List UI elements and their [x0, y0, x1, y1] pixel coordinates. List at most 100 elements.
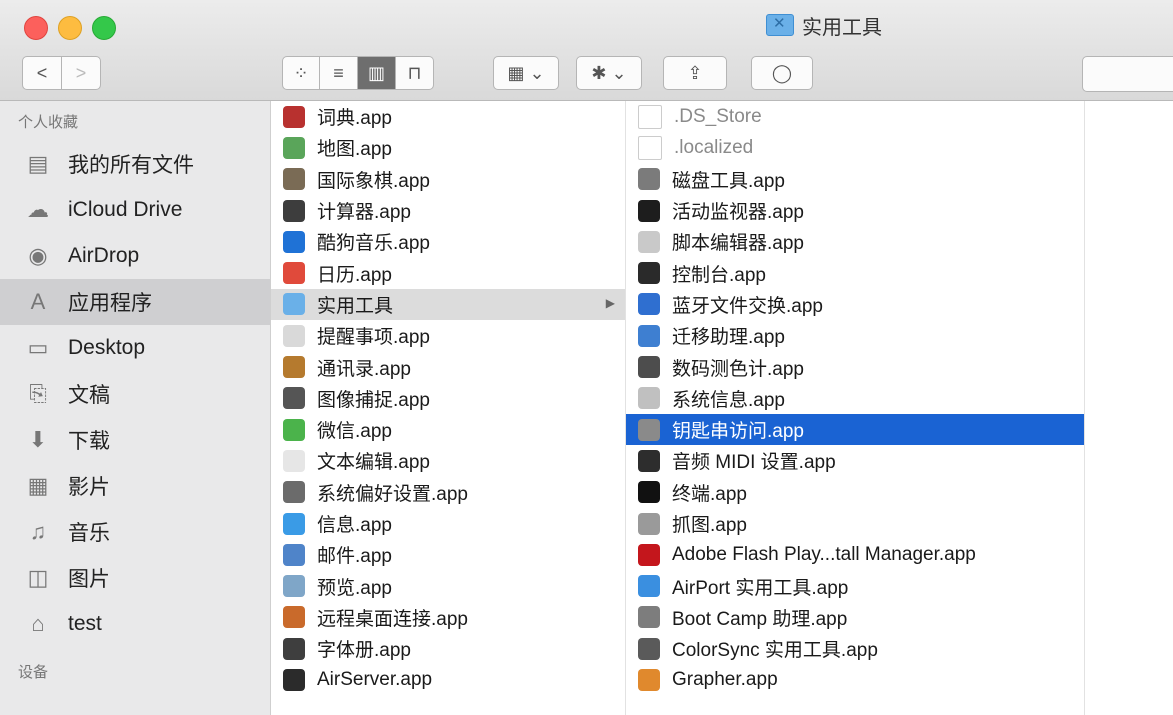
- minimize-button[interactable]: [58, 16, 82, 40]
- file-row[interactable]: 字体册.app: [271, 633, 625, 664]
- sidebar-item-icon: ⌂: [31, 611, 45, 636]
- sidebar-item[interactable]: ⎘ 文稿: [0, 371, 270, 417]
- sidebar-item[interactable]: ▤ 我的所有文件: [0, 141, 270, 187]
- sidebar-item[interactable]: ☁ iCloud Drive: [0, 187, 270, 233]
- file-row[interactable]: 控制台.app: [626, 257, 1084, 288]
- file-name: 国际象棋.app: [317, 170, 430, 192]
- sidebar-item[interactable]: ◫ 图片: [0, 555, 270, 601]
- search-field[interactable]: [1082, 56, 1173, 92]
- file-row[interactable]: 计算器.app: [271, 195, 625, 226]
- sidebar-item[interactable]: ▭ Desktop: [0, 325, 270, 371]
- view-switcher: ⁘ ≡ ▥ ⊓: [282, 56, 434, 90]
- sidebar-item-icon: ⎘: [29, 381, 47, 406]
- share-button[interactable]: ⇪: [663, 56, 727, 90]
- file-row[interactable]: .localized: [626, 132, 1084, 163]
- file-row[interactable]: 钥匙串访问.app: [626, 413, 1084, 446]
- zoom-button[interactable]: [92, 16, 116, 40]
- file-row[interactable]: 酷狗音乐.app: [271, 226, 625, 257]
- grid-view-button[interactable]: ⁘: [282, 56, 320, 90]
- window-title: 实用工具: [766, 10, 882, 40]
- file-row[interactable]: 音频 MIDI 设置.app: [626, 445, 1084, 476]
- sidebar: 个人收藏 ▤ 我的所有文件 ☁ iCloud Drive ◉ AirDrop A 应用程序 ▭ D…: [0, 101, 271, 715]
- file-row[interactable]: 迁移助理.app: [626, 320, 1084, 351]
- file-row[interactable]: 微信.app: [271, 414, 625, 445]
- sidebar-item[interactable]: ◉ AirDrop: [0, 233, 270, 279]
- sidebar-item-label: Desktop: [68, 336, 146, 359]
- file-row[interactable]: 脚本编辑器.app: [626, 226, 1084, 257]
- sidebar-item-label: iCloud Drive: [68, 198, 183, 221]
- file-row[interactable]: 实用工具 ▶: [271, 288, 625, 321]
- file-row[interactable]: Adobe Flash Play...tall Manager.app: [626, 539, 1084, 570]
- file-row[interactable]: 地图.app: [271, 132, 625, 163]
- file-name: 通讯录.app: [317, 358, 411, 380]
- file-row[interactable]: AirPort 实用工具.app: [626, 570, 1084, 601]
- forward-button[interactable]: >: [61, 56, 101, 90]
- file-row[interactable]: 信息.app: [271, 508, 625, 539]
- column-applications: 词典.app 地图.app 国际象棋.app 计算器.app 酷狗音乐.app 日历.ap…: [271, 101, 626, 715]
- app-icon: [283, 606, 305, 629]
- sidebar-item-label: test: [68, 612, 102, 635]
- document-icon: [638, 104, 662, 129]
- back-chevron-icon: <: [36, 62, 48, 83]
- file-row[interactable]: 远程桌面连接.app: [271, 602, 625, 633]
- app-icon: [638, 449, 660, 472]
- close-button[interactable]: [24, 16, 48, 40]
- sidebar-item[interactable]: ▦ 影片: [0, 463, 270, 509]
- file-row[interactable]: AirServer.app: [271, 664, 625, 695]
- app-icon: [638, 575, 660, 598]
- file-row[interactable]: 磁盘工具.app: [626, 164, 1084, 195]
- sidebar-item[interactable]: A 应用程序: [0, 279, 270, 325]
- sidebar-item[interactable]: ⌂ test: [0, 601, 270, 647]
- file-row[interactable]: 系统偏好设置.app: [271, 477, 625, 508]
- file-row[interactable]: 终端.app: [626, 477, 1084, 508]
- sidebar-item-label: 应用程序: [68, 292, 152, 315]
- sidebar-item[interactable]: ♫ 音乐: [0, 509, 270, 555]
- file-name: 远程桌面连接.app: [317, 608, 468, 630]
- sidebar-item-label: 图片: [68, 568, 110, 591]
- file-row[interactable]: 图像捕捉.app: [271, 383, 625, 414]
- app-icon: [283, 199, 305, 222]
- file-row[interactable]: 词典.app: [271, 101, 625, 132]
- file-name: 脚本编辑器.app: [672, 233, 804, 255]
- file-name: .localized: [674, 136, 754, 158]
- file-row[interactable]: 通讯录.app: [271, 351, 625, 382]
- tag-button[interactable]: ◯: [751, 56, 813, 90]
- file-row[interactable]: 系统信息.app: [626, 383, 1084, 414]
- file-name: 字体册.app: [317, 640, 411, 662]
- file-row[interactable]: 预览.app: [271, 570, 625, 601]
- file-name: 迁移助理.app: [672, 327, 785, 349]
- app-icon: [283, 293, 305, 316]
- file-row[interactable]: 提醒事项.app: [271, 320, 625, 351]
- file-row[interactable]: 文本编辑.app: [271, 445, 625, 476]
- file-row[interactable]: Grapher.app: [626, 664, 1084, 695]
- app-icon: [283, 324, 305, 347]
- back-button[interactable]: <: [22, 56, 62, 90]
- file-row[interactable]: .DS_Store: [626, 101, 1084, 132]
- file-name: 提醒事项.app: [317, 327, 430, 349]
- sidebar-item-icon: ▦: [27, 473, 49, 498]
- file-name: Adobe Flash Play...tall Manager.app: [672, 543, 976, 565]
- action-button[interactable]: ✱ ⌄: [576, 56, 642, 90]
- file-row[interactable]: 抓图.app: [626, 508, 1084, 539]
- file-row[interactable]: 邮件.app: [271, 539, 625, 570]
- file-row[interactable]: 数码测色计.app: [626, 351, 1084, 382]
- file-name: 磁盘工具.app: [672, 170, 785, 192]
- favorites-header: 个人收藏: [18, 113, 79, 131]
- sidebar-item-icon: ☁: [27, 197, 49, 222]
- file-name: 终端.app: [672, 483, 747, 505]
- arrange-button[interactable]: ▦ ⌄: [493, 56, 559, 90]
- file-row[interactable]: 蓝牙文件交换.app: [626, 289, 1084, 320]
- file-name: 文本编辑.app: [317, 452, 430, 474]
- column-view-button[interactable]: ▥: [358, 56, 396, 90]
- toolbar: 实用工具 < > ⁘ ≡ ▥ ⊓ ▦ ⌄ ✱ ⌄ ⇪ ◯: [0, 0, 1173, 101]
- sidebar-item-icon: ◫: [27, 565, 49, 590]
- file-row[interactable]: ColorSync 实用工具.app: [626, 633, 1084, 664]
- sidebar-item[interactable]: ⬇ 下载: [0, 417, 270, 463]
- file-row[interactable]: 日历.app: [271, 257, 625, 288]
- list-view-button[interactable]: ≡: [320, 56, 358, 90]
- file-row[interactable]: 国际象棋.app: [271, 164, 625, 195]
- app-icon: [638, 356, 660, 379]
- file-row[interactable]: 活动监视器.app: [626, 195, 1084, 226]
- file-row[interactable]: Boot Camp 助理.app: [626, 602, 1084, 633]
- coverflow-view-button[interactable]: ⊓: [396, 56, 434, 90]
